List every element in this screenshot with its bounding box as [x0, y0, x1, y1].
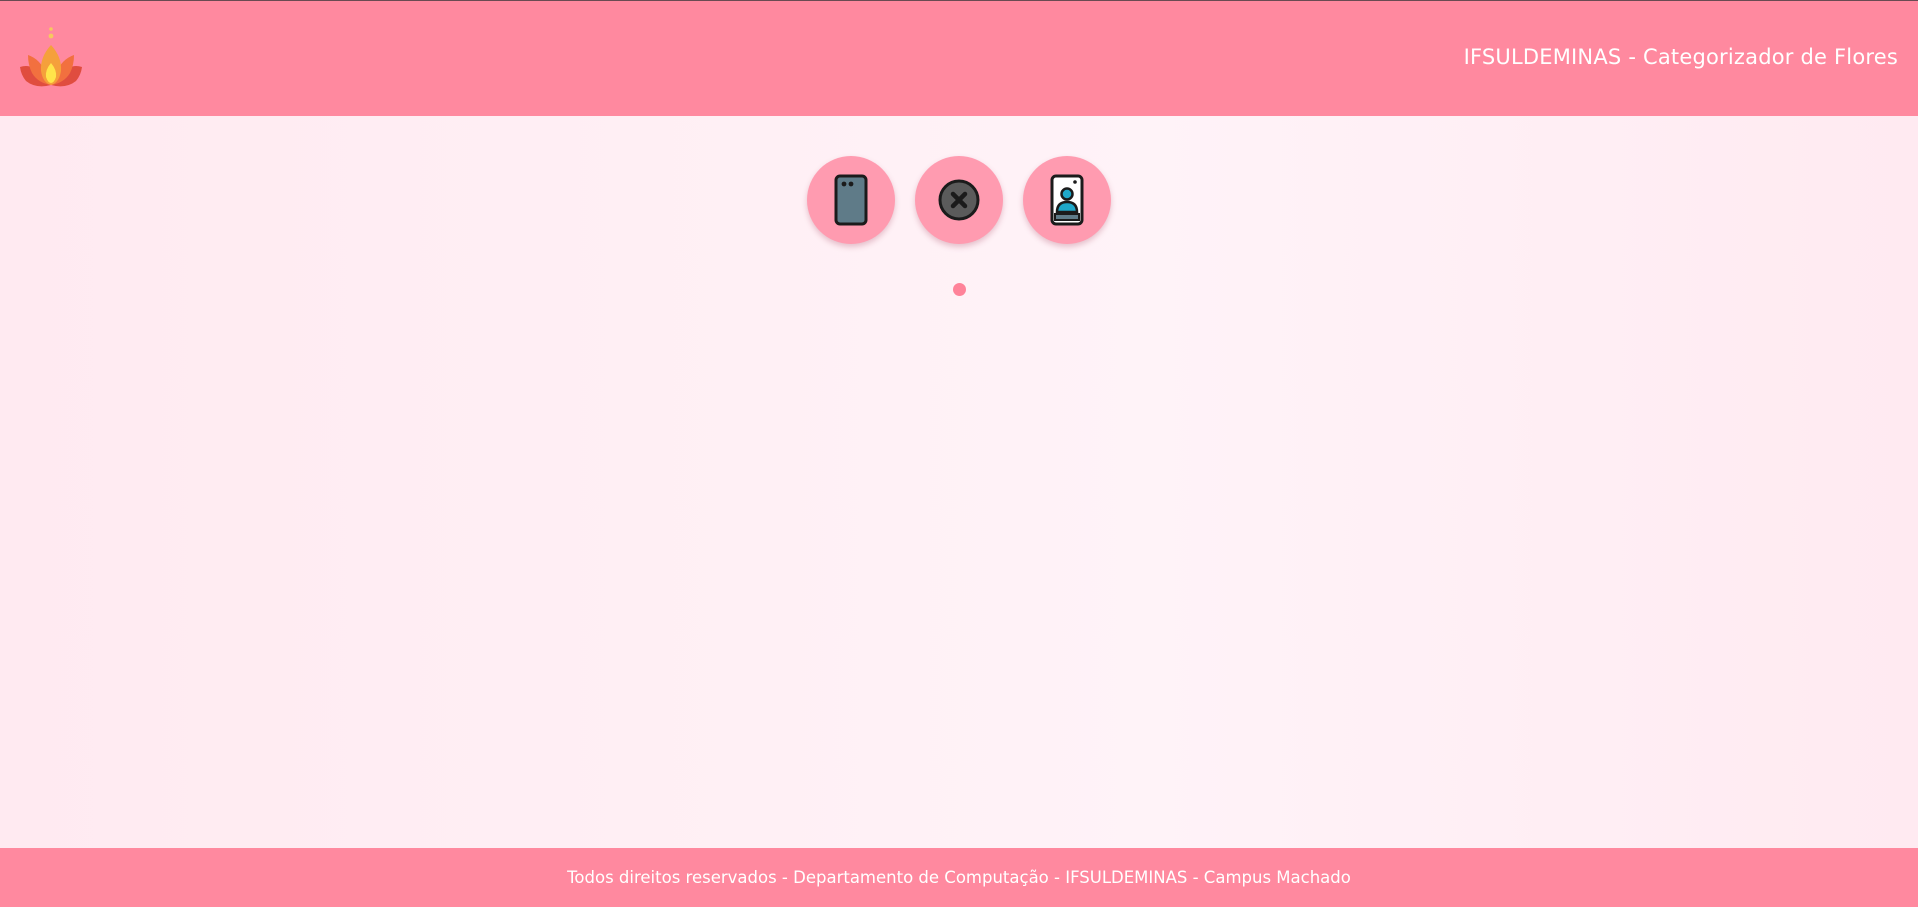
action-button-row [0, 156, 1918, 244]
phone-front-camera-icon [1047, 174, 1087, 226]
close-circle-icon [935, 176, 983, 224]
status-indicator-dot [953, 283, 966, 296]
close-button[interactable] [915, 156, 1003, 244]
phone-back-icon [831, 174, 871, 226]
app-header: IFSULDEMINAS - Categorizador de Flores [0, 1, 1918, 116]
main-content [0, 116, 1918, 848]
lotus-flame-icon [16, 23, 86, 93]
front-camera-button[interactable] [1023, 156, 1111, 244]
app-footer: Todos direitos reservados - Departamento… [0, 848, 1918, 907]
footer-text: Todos direitos reservados - Departamento… [567, 868, 1351, 887]
app-title: IFSULDEMINAS - Categorizador de Flores [1463, 45, 1898, 69]
back-camera-button[interactable] [807, 156, 895, 244]
